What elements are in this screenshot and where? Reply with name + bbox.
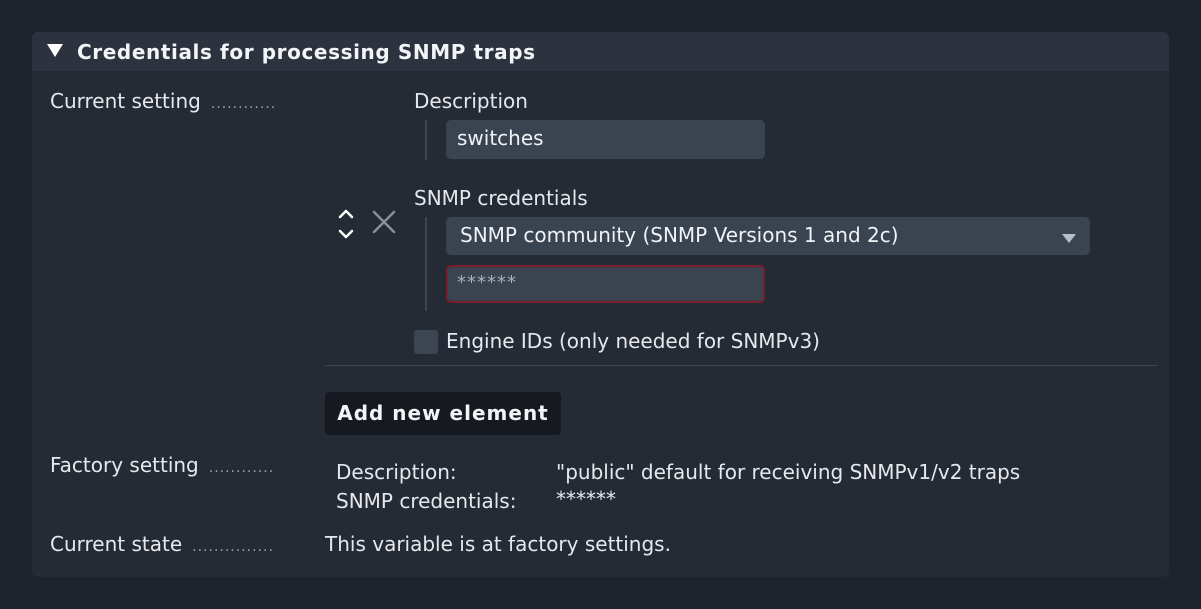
section-title: Credentials for processing SNMP traps xyxy=(77,40,536,64)
dropdown-arrow-icon xyxy=(1062,234,1076,243)
current-state-label: Current state............... xyxy=(50,532,274,556)
sort-handle-icon[interactable] xyxy=(335,206,357,242)
current-setting-label: Current setting............ xyxy=(50,89,276,113)
factory-setting-label: Factory setting............ xyxy=(50,453,274,477)
current-setting-dots: ............ xyxy=(210,96,277,112)
add-new-element-button[interactable]: Add new element xyxy=(325,392,561,435)
factory-credentials-key: SNMP credentials: xyxy=(336,489,517,513)
snmp-credentials-panel: Credentials for processing SNMP traps Cu… xyxy=(32,32,1169,577)
community-password-input[interactable]: ****** xyxy=(446,265,765,303)
engine-ids-label[interactable]: Engine IDs (only needed for SNMPv3) xyxy=(446,329,820,353)
factory-credentials-value: ****** xyxy=(556,487,616,511)
factory-setting-text: Factory setting xyxy=(50,453,199,477)
credentials-indent-bar xyxy=(425,217,427,311)
description-input[interactable]: switches xyxy=(446,120,765,159)
credentials-type-select[interactable]: SNMP community (SNMP Versions 1 and 2c) xyxy=(446,217,1090,255)
current-state-value: This variable is at factory settings. xyxy=(325,532,671,556)
list-divider xyxy=(325,365,1158,366)
factory-description-key: Description: xyxy=(336,460,457,484)
current-setting-text: Current setting xyxy=(50,89,201,113)
engine-ids-checkbox[interactable] xyxy=(414,330,438,354)
current-state-text: Current state xyxy=(50,532,183,556)
credentials-type-value: SNMP community (SNMP Versions 1 and 2c) xyxy=(460,223,899,247)
snmp-credentials-label: SNMP credentials xyxy=(414,186,588,210)
collapse-triangle-icon[interactable] xyxy=(47,44,63,57)
delete-entry-icon[interactable] xyxy=(372,210,396,234)
description-label: Description xyxy=(414,89,528,113)
description-indent-bar xyxy=(425,120,427,160)
current-state-dots: ............... xyxy=(192,539,274,555)
factory-description-value: "public" default for receiving SNMPv1/v2… xyxy=(556,460,1021,484)
section-header[interactable]: Credentials for processing SNMP traps xyxy=(32,32,1169,71)
factory-setting-dots: ............ xyxy=(208,460,275,476)
